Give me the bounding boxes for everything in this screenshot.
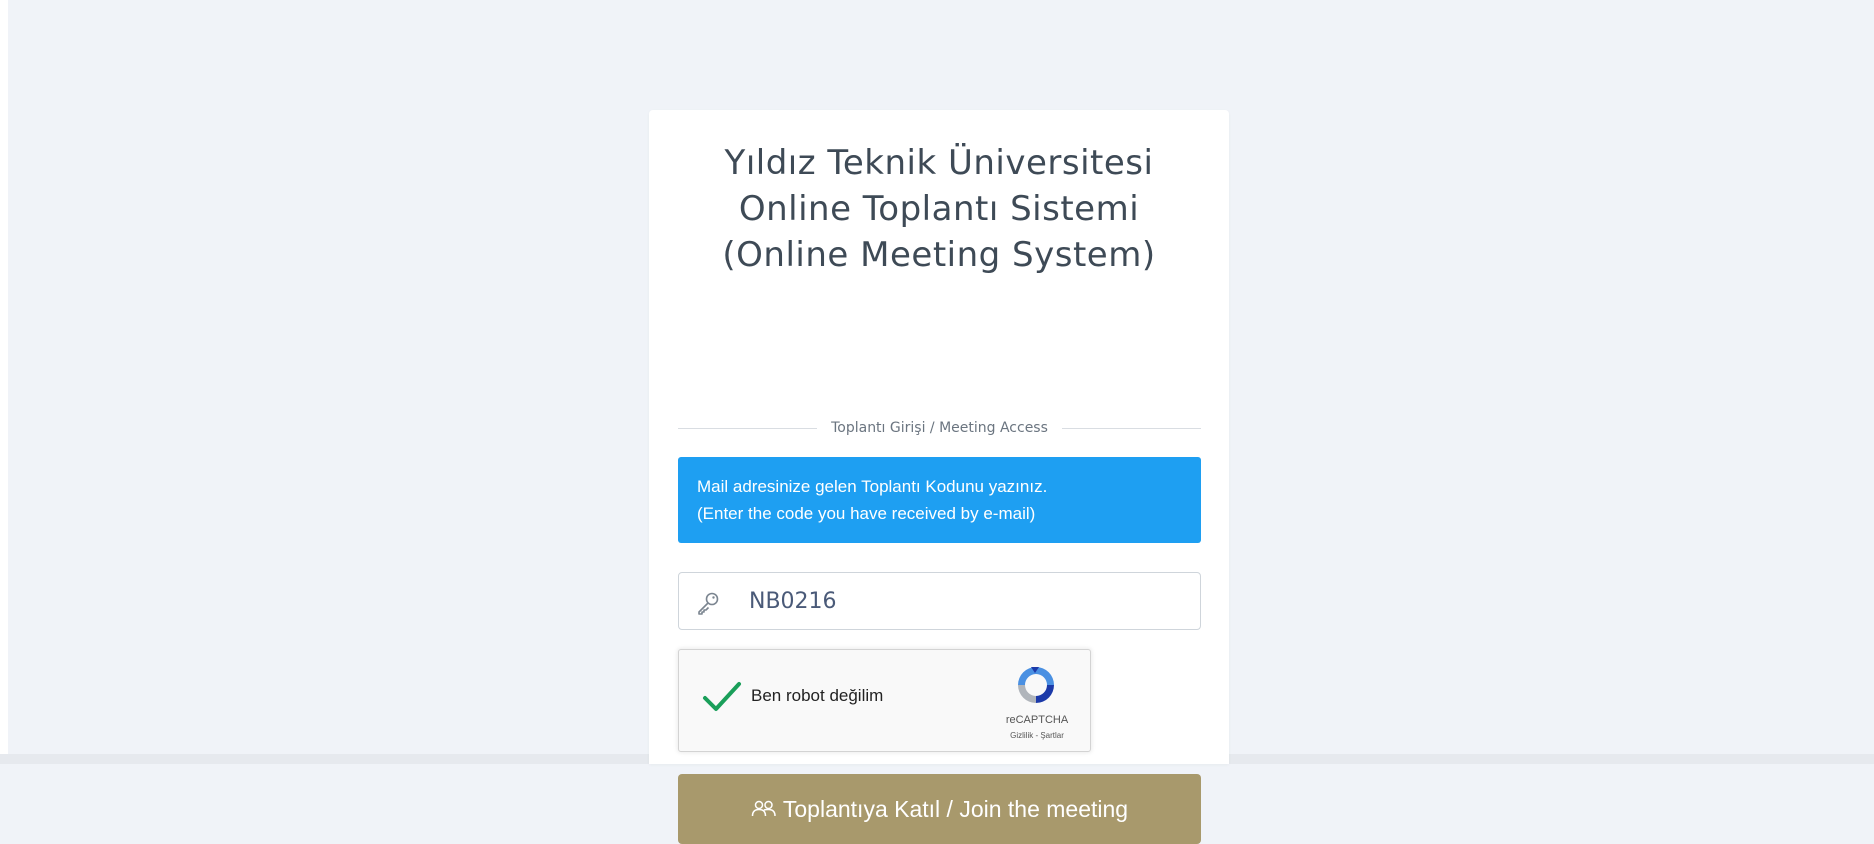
left-edge-strip	[0, 0, 8, 764]
title-line-2: Online Toplantı Sistemi	[738, 189, 1140, 229]
meeting-code-input[interactable]	[749, 573, 1189, 629]
divider-label: Toplantı Girişi / Meeting Access	[831, 420, 1048, 436]
info-alert: Mail adresinize gelen Toplantı Kodunu ya…	[678, 457, 1201, 543]
login-card: Yıldız Teknik Üniversitesi Online Toplan…	[649, 110, 1229, 844]
info-line-2: (Enter the code you have received by e-m…	[697, 504, 1036, 523]
recaptcha-privacy-terms-link[interactable]: Gizlilik - Şartlar	[969, 731, 1105, 740]
divider-line-right	[1061, 427, 1201, 429]
checkmark-icon[interactable]	[701, 680, 743, 714]
divider-line-left	[678, 427, 818, 429]
title-line-3: (Online Meeting System)	[722, 235, 1156, 275]
join-meeting-label: Toplantıya Katıl / Join the meeting	[782, 795, 1129, 822]
page-title: Yıldız Teknik Üniversitesi Online Toplan…	[649, 140, 1229, 278]
title-line-1: Yıldız Teknik Üniversitesi	[724, 143, 1154, 183]
join-meeting-button[interactable]: Toplantıya Katıl / Join the meeting	[678, 774, 1201, 844]
section-divider: Toplantı Girişi / Meeting Access	[678, 408, 1201, 448]
meeting-code-field[interactable]	[678, 572, 1201, 630]
recaptcha-logo-icon	[1018, 667, 1054, 703]
recaptcha-label: Ben robot değilim	[751, 686, 884, 705]
users-icon	[751, 800, 776, 817]
recaptcha-widget: Ben robot değilim reCAPTCHA Gizlilik - Ş…	[678, 649, 1091, 752]
recaptcha-brand: reCAPTCHA	[1005, 714, 1069, 726]
info-line-1: Mail adresinize gelen Toplantı Kodunu ya…	[697, 477, 1048, 496]
key-icon	[698, 592, 719, 615]
